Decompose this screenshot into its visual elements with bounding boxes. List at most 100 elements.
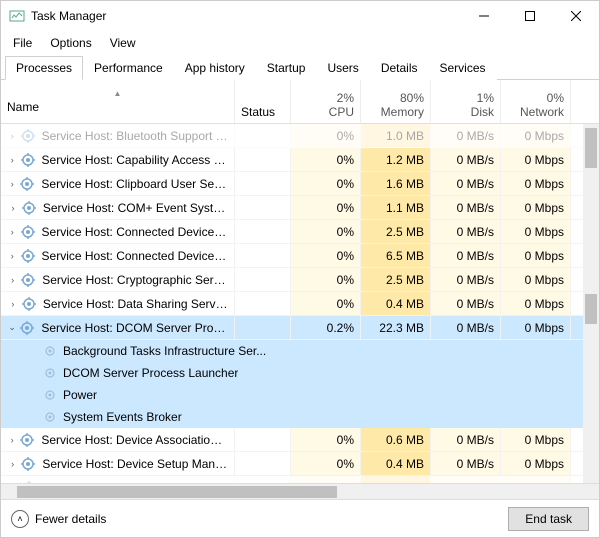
- status-cell: [235, 124, 291, 147]
- menu-view[interactable]: View: [102, 33, 144, 53]
- child-process-row[interactable]: System Events Broker: [1, 406, 599, 428]
- tab-processes[interactable]: Processes: [5, 56, 83, 80]
- col-disk[interactable]: 1%Disk: [431, 80, 501, 123]
- expand-toggle[interactable]: ›: [7, 179, 17, 189]
- expand-toggle[interactable]: ⌄: [7, 322, 17, 333]
- expand-toggle[interactable]: ›: [7, 155, 18, 165]
- expand-toggle[interactable]: ›: [7, 251, 18, 261]
- process-row[interactable]: ›Service Host: DHCP Client0%0.4 MB0 MB/s…: [1, 476, 599, 483]
- child-process-row[interactable]: DCOM Server Process Launcher: [1, 362, 599, 384]
- horizontal-scrollbar[interactable]: [1, 483, 599, 499]
- service-icon: [20, 224, 36, 240]
- menubar: File Options View: [1, 31, 599, 55]
- child-process-row[interactable]: Background Tasks Infrastructure Ser...: [1, 340, 599, 362]
- tab-performance[interactable]: Performance: [83, 56, 174, 80]
- child-service-icon: [43, 344, 57, 358]
- process-row[interactable]: › Service Host: Connected Devices Plat...…: [1, 220, 599, 244]
- vertical-scrollbar[interactable]: [583, 124, 599, 483]
- child-service-icon: [43, 410, 57, 424]
- child-service-icon: [43, 388, 57, 402]
- minimize-button[interactable]: [461, 1, 507, 31]
- process-row[interactable]: › Service Host: Connected Devices Plat...…: [1, 244, 599, 268]
- expand-toggle[interactable]: ›: [7, 459, 18, 469]
- col-name[interactable]: ▲ Name: [1, 80, 235, 123]
- fewer-details-label: Fewer details: [35, 512, 106, 526]
- maximize-button[interactable]: [507, 1, 553, 31]
- tab-startup[interactable]: Startup: [256, 56, 317, 80]
- scroll-thumb-top[interactable]: [585, 128, 597, 168]
- service-icon: [20, 272, 36, 288]
- network-cell: 0 Mbps: [501, 476, 571, 483]
- hscroll-thumb[interactable]: [17, 486, 337, 498]
- network-cell: 0 Mbps: [501, 220, 571, 243]
- process-name-cell: › Service Host: Connected Devices Plat...: [1, 220, 235, 243]
- process-name: Service Host: Connected Devices Plat...: [42, 249, 228, 263]
- status-cell: [235, 220, 291, 243]
- status-cell: [235, 196, 291, 219]
- network-cell: 0 Mbps: [501, 196, 571, 219]
- menu-options[interactable]: Options: [42, 33, 99, 53]
- process-row[interactable]: ›Service Host: Device Setup Manager0%0.4…: [1, 452, 599, 476]
- process-name: Service Host: Connected Devices Plat...: [42, 225, 228, 239]
- process-row[interactable]: ›Service Host: Data Sharing Service0%0.4…: [1, 292, 599, 316]
- network-cell: 0 Mbps: [501, 148, 571, 171]
- close-button[interactable]: [553, 1, 599, 31]
- expand-toggle[interactable]: ›: [7, 275, 18, 285]
- network-cell: 0 Mbps: [501, 244, 571, 267]
- menu-file[interactable]: File: [5, 33, 40, 53]
- expand-toggle[interactable]: ›: [7, 131, 18, 141]
- cpu-cell: 0%: [291, 292, 361, 315]
- col-memory[interactable]: 80%Memory: [361, 80, 431, 123]
- network-cell: 0 Mbps: [501, 316, 571, 339]
- process-row[interactable]: ›Service Host: Capability Access Mana...…: [1, 148, 599, 172]
- process-name: Service Host: Device Association Servi..…: [41, 433, 228, 447]
- service-icon: [19, 320, 35, 336]
- end-task-button[interactable]: End task: [508, 507, 589, 531]
- tab-app-history[interactable]: App history: [174, 56, 256, 80]
- cpu-usage: 2%: [297, 91, 354, 105]
- status-cell: [235, 316, 291, 339]
- disk-cell: 0 MB/s: [431, 196, 501, 219]
- process-name: Service Host: Data Sharing Service: [43, 297, 228, 311]
- memory-cell: 1.0 MB: [361, 124, 431, 147]
- process-name: Service Host: Device Setup Manager: [42, 457, 228, 471]
- process-row[interactable]: › Service Host: Device Association Servi.…: [1, 428, 599, 452]
- memory-cell: 2.5 MB: [361, 268, 431, 291]
- taskmanager-icon: [9, 8, 25, 24]
- memory-cell: 2.5 MB: [361, 220, 431, 243]
- process-row[interactable]: ›Service Host: Clipboard User Service_..…: [1, 172, 599, 196]
- cpu-cell: 0.2%: [291, 316, 361, 339]
- process-name: Service Host: COM+ Event System: [43, 201, 228, 215]
- process-row[interactable]: ›Service Host: Cryptographic Services0%2…: [1, 268, 599, 292]
- process-name-cell: › Service Host: Device Association Servi.…: [1, 428, 235, 451]
- process-row[interactable]: ›Service Host: COM+ Event System0%1.1 MB…: [1, 196, 599, 220]
- service-icon: [20, 248, 36, 264]
- col-network[interactable]: 0%Network: [501, 80, 571, 123]
- cpu-cell: 0%: [291, 148, 361, 171]
- process-name: Service Host: DCOM Server Process L...: [41, 321, 228, 335]
- col-disk-label: Disk: [437, 105, 494, 119]
- tab-details[interactable]: Details: [370, 56, 429, 80]
- col-status[interactable]: Status: [235, 80, 291, 123]
- process-row[interactable]: ›Service Host: Bluetooth Support Servi..…: [1, 124, 599, 148]
- tab-services[interactable]: Services: [429, 56, 497, 80]
- process-row[interactable]: ⌄ Service Host: DCOM Server Process L... 0…: [1, 316, 599, 340]
- process-name-cell: › Service Host: COM+ Event System: [1, 196, 235, 219]
- expand-toggle[interactable]: ›: [7, 299, 19, 309]
- scroll-thumb[interactable]: [585, 294, 597, 324]
- tabstrip: Processes Performance App history Startu…: [1, 55, 599, 80]
- child-process-row[interactable]: Power: [1, 384, 599, 406]
- col-memory-label: Memory: [367, 105, 424, 119]
- child-process-name: Background Tasks Infrastructure Ser...: [63, 344, 266, 358]
- expand-toggle[interactable]: ›: [7, 227, 18, 237]
- service-icon: [20, 456, 36, 472]
- process-list[interactable]: ›Service Host: Bluetooth Support Servi..…: [1, 124, 599, 483]
- chevron-up-icon: ˄: [11, 510, 29, 528]
- disk-cell: 0 MB/s: [431, 148, 501, 171]
- fewer-details-toggle[interactable]: ˄ Fewer details: [11, 510, 106, 528]
- col-cpu[interactable]: 2%CPU: [291, 80, 361, 123]
- memory-cell: 1.2 MB: [361, 148, 431, 171]
- expand-toggle[interactable]: ›: [7, 435, 17, 445]
- expand-toggle[interactable]: ›: [7, 203, 19, 213]
- tab-users[interactable]: Users: [316, 56, 369, 80]
